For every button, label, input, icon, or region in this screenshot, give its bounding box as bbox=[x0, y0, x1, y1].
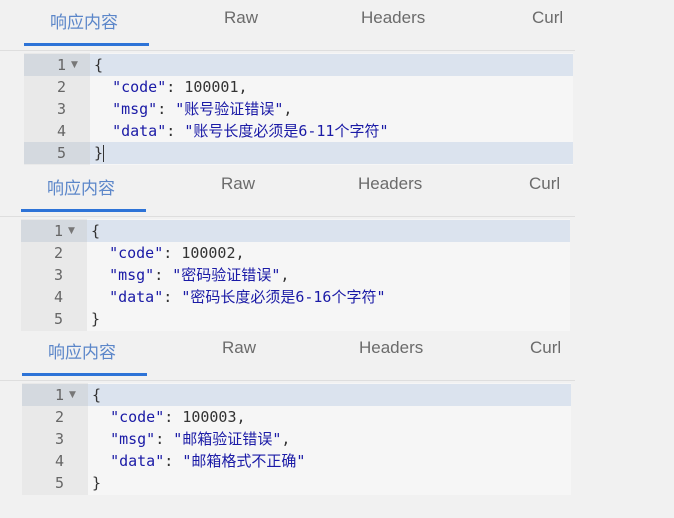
json-key: "code" bbox=[112, 78, 167, 96]
line-number: 3 bbox=[56, 100, 66, 118]
tab-bar: 响应内容 Raw Headers Curl bbox=[0, 0, 575, 51]
active-tab-underline bbox=[21, 209, 146, 212]
line-number: 5 bbox=[56, 144, 66, 162]
tab-curl[interactable]: Curl bbox=[530, 338, 561, 358]
json-value: "账号长度必须是6-11个字符" bbox=[184, 122, 389, 140]
line-number: 4 bbox=[53, 288, 63, 306]
code-line: 1 ▼ { bbox=[24, 54, 573, 76]
code-line: 5 } bbox=[22, 472, 571, 494]
code-line: 4 "data": "邮箱格式不正确" bbox=[22, 450, 571, 472]
code-line: 1 ▼ { bbox=[22, 384, 571, 406]
tab-raw[interactable]: Raw bbox=[221, 174, 255, 194]
code-text: { bbox=[91, 222, 101, 240]
tab-response[interactable]: 响应内容 bbox=[47, 174, 115, 199]
code-line: 4 "data": "账号长度必须是6-11个字符" bbox=[24, 120, 573, 142]
json-key: "data" bbox=[110, 452, 165, 470]
code-line: 4 "data": "密码长度必须是6-16个字符" bbox=[21, 286, 570, 308]
json-key: "data" bbox=[109, 288, 164, 306]
code-text: "msg": "邮箱验证错误", bbox=[110, 430, 291, 448]
json-value: "账号验证错误" bbox=[175, 100, 284, 118]
code-line: 2 "code": 100002, bbox=[21, 242, 570, 264]
code-line: 2 "code": 100001, bbox=[24, 76, 573, 98]
json-key: "code" bbox=[110, 408, 165, 426]
code-text: } bbox=[92, 474, 102, 492]
tab-raw[interactable]: Raw bbox=[222, 338, 256, 358]
active-tab-underline bbox=[22, 373, 147, 376]
tab-response[interactable]: 响应内容 bbox=[50, 8, 118, 33]
code-text: "data": "邮箱格式不正确" bbox=[110, 452, 306, 470]
response-panel-1: 响应内容 Raw Headers Curl 1 ▼ { 2 "code": 10… bbox=[0, 0, 674, 166]
code-line: 3 "msg": "邮箱验证错误", bbox=[22, 428, 571, 450]
code-line: 5 } bbox=[21, 308, 570, 330]
line-number: 4 bbox=[56, 122, 66, 140]
code-text: "msg": "账号验证错误", bbox=[112, 100, 293, 118]
json-key: "msg" bbox=[112, 100, 158, 118]
code-editor[interactable]: 1 ▼ { 2 "code": 100001, 3 "msg": "账号验证错误… bbox=[24, 53, 573, 165]
code-editor[interactable]: 1 ▼ { 2 "code": 100003, 3 "msg": "邮箱验证错误… bbox=[22, 383, 571, 495]
line-number: 2 bbox=[54, 408, 64, 426]
json-key: "data" bbox=[112, 122, 167, 140]
tab-bar: 响应内容 Raw Headers Curl bbox=[0, 330, 575, 381]
active-tab-underline bbox=[24, 43, 149, 46]
tab-headers[interactable]: Headers bbox=[359, 338, 423, 358]
code-text: { bbox=[94, 56, 104, 74]
fold-arrow-icon[interactable]: ▼ bbox=[68, 220, 75, 242]
code-line: 5 } bbox=[24, 142, 573, 164]
code-text: } bbox=[91, 310, 101, 328]
line-number: 1 bbox=[56, 56, 66, 74]
response-panel-3: 响应内容 Raw Headers Curl 1 ▼ { 2 "code": 10… bbox=[0, 330, 674, 496]
code-editor[interactable]: 1 ▼ { 2 "code": 100002, 3 "msg": "密码验证错误… bbox=[21, 219, 570, 331]
text-cursor bbox=[103, 145, 105, 162]
code-line: 3 "msg": "密码验证错误", bbox=[21, 264, 570, 286]
line-number: 4 bbox=[54, 452, 64, 470]
code-text: "code": 100003, bbox=[110, 408, 246, 426]
line-number: 3 bbox=[54, 430, 64, 448]
code-line: 3 "msg": "账号验证错误", bbox=[24, 98, 573, 120]
tab-raw[interactable]: Raw bbox=[224, 8, 258, 28]
json-key: "msg" bbox=[110, 430, 156, 448]
response-panel-2: 响应内容 Raw Headers Curl 1 ▼ { 2 "code": 10… bbox=[0, 166, 674, 332]
json-value: "密码验证错误" bbox=[172, 266, 281, 284]
code-text: "data": "账号长度必须是6-11个字符" bbox=[112, 122, 389, 140]
line-number: 5 bbox=[54, 474, 64, 492]
tab-curl[interactable]: Curl bbox=[532, 8, 563, 28]
code-text: "code": 100002, bbox=[109, 244, 245, 262]
tab-headers[interactable]: Headers bbox=[361, 8, 425, 28]
code-text: "code": 100001, bbox=[112, 78, 248, 96]
json-key: "msg" bbox=[109, 266, 155, 284]
json-value: 100003 bbox=[182, 408, 237, 426]
json-value: "邮箱验证错误" bbox=[173, 430, 282, 448]
fold-arrow-icon[interactable]: ▼ bbox=[69, 384, 76, 406]
json-value: 100002 bbox=[181, 244, 236, 262]
code-text: "msg": "密码验证错误", bbox=[109, 266, 290, 284]
line-number: 2 bbox=[53, 244, 63, 262]
tab-response[interactable]: 响应内容 bbox=[48, 338, 116, 363]
code-line: 1 ▼ { bbox=[21, 220, 570, 242]
tab-headers[interactable]: Headers bbox=[358, 174, 422, 194]
code-text: { bbox=[92, 386, 102, 404]
line-number: 2 bbox=[56, 78, 66, 96]
code-text: } bbox=[94, 144, 105, 162]
line-number: 3 bbox=[53, 266, 63, 284]
json-key: "code" bbox=[109, 244, 164, 262]
line-number: 1 bbox=[53, 222, 63, 240]
tab-bar: 响应内容 Raw Headers Curl bbox=[0, 166, 575, 217]
line-number: 5 bbox=[53, 310, 63, 328]
fold-arrow-icon[interactable]: ▼ bbox=[71, 54, 78, 76]
code-text: "data": "密码长度必须是6-16个字符" bbox=[109, 288, 386, 306]
json-value: "邮箱格式不正确" bbox=[182, 452, 306, 470]
line-number: 1 bbox=[54, 386, 64, 404]
tab-curl[interactable]: Curl bbox=[529, 174, 560, 194]
code-line: 2 "code": 100003, bbox=[22, 406, 571, 428]
json-value: "密码长度必须是6-16个字符" bbox=[181, 288, 386, 306]
json-value: 100001 bbox=[184, 78, 239, 96]
